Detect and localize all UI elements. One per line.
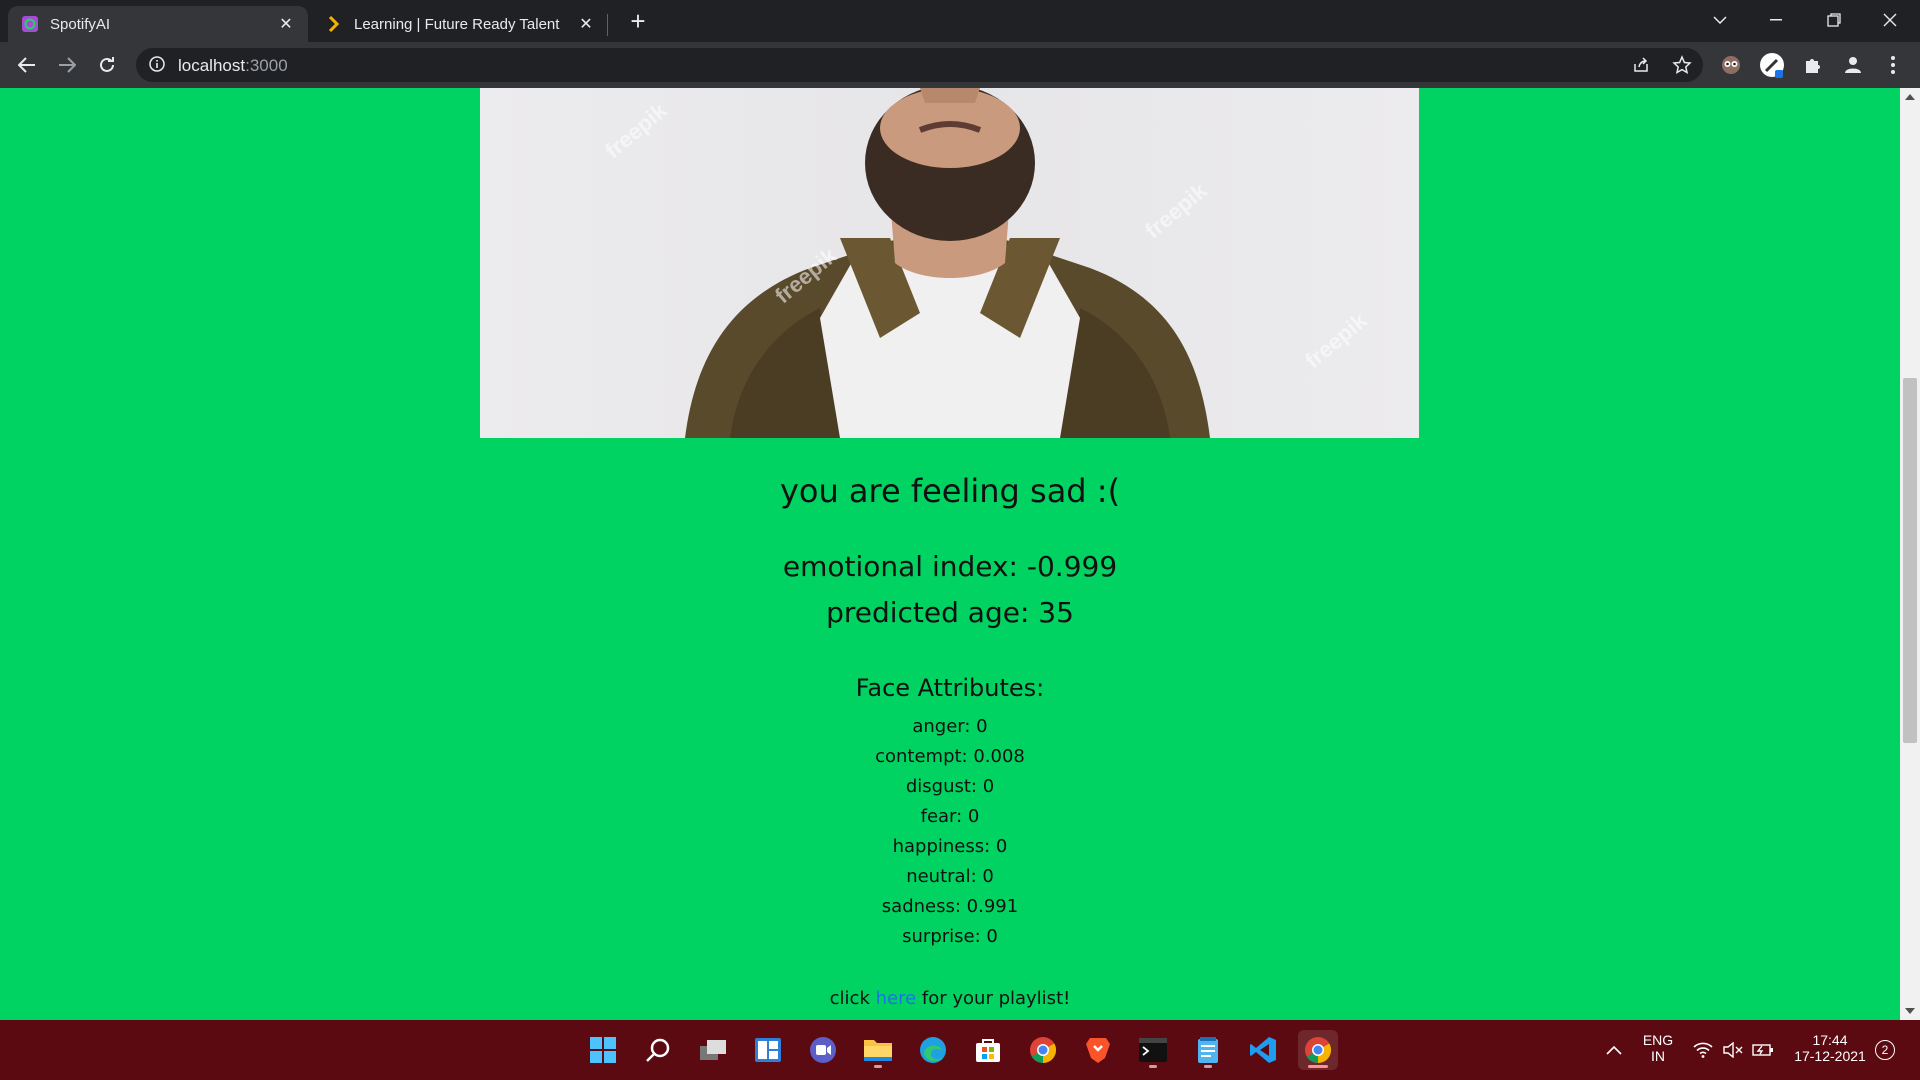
store-icon[interactable] — [968, 1030, 1008, 1070]
reload-button[interactable] — [92, 50, 122, 80]
future-ready-icon — [324, 14, 344, 34]
clock-time: 17:44 — [1812, 1032, 1848, 1048]
site-info-icon[interactable] — [148, 55, 168, 75]
mood-heading: you are feeling sad :( — [779, 472, 1121, 510]
teams-chat-icon[interactable] — [803, 1030, 843, 1070]
notepad-icon[interactable] — [1188, 1030, 1228, 1070]
share-icon[interactable] — [1631, 55, 1651, 75]
back-button[interactable] — [12, 50, 42, 80]
running-indicator — [874, 1065, 882, 1068]
minimize-button[interactable] — [1748, 0, 1804, 40]
language-code: ENG — [1642, 1032, 1674, 1048]
task-view-icon[interactable] — [693, 1030, 733, 1070]
edge-icon[interactable] — [913, 1030, 953, 1070]
extensions-puzzle-icon[interactable] — [1798, 50, 1828, 80]
clock[interactable]: 17:44 17-12-2021 — [1790, 1032, 1870, 1064]
wifi-icon[interactable] — [1688, 1030, 1718, 1070]
tab-strip: SpotifyAI ✕ Learning | Future Ready Tale… — [0, 0, 1920, 42]
tray-overflow-chevron-icon[interactable] — [1596, 1030, 1632, 1070]
attribute-disgust: disgust: 0 — [905, 776, 995, 797]
menu-kebab-icon[interactable] — [1878, 50, 1908, 80]
uploaded-face-photo: freepik freepik freepik freepik — [480, 88, 1419, 438]
extension-pen-icon[interactable] — [1757, 50, 1787, 80]
chrome-active-icon[interactable] — [1298, 1030, 1338, 1070]
playlist-suffix: for your playlist! — [921, 988, 1071, 1009]
attribute-sadness: sadness: 0.991 — [881, 896, 1019, 917]
page-viewport: freepik freepik freepik freepik you are … — [0, 88, 1920, 1020]
page-scrollbar[interactable] — [1900, 88, 1920, 1020]
clock-date: 17-12-2021 — [1794, 1048, 1866, 1064]
url-text: localhost:3000 — [178, 56, 288, 76]
url-port: :3000 — [245, 56, 288, 75]
forward-button[interactable] — [52, 50, 82, 80]
attribute-neutral: neutral: 0 — [906, 866, 994, 887]
tab-learning[interactable]: Learning | Future Ready Talent ✕ — [312, 6, 608, 42]
face-attributes-heading: Face Attributes: — [855, 674, 1045, 702]
close-icon[interactable]: ✕ — [276, 14, 296, 34]
search-icon[interactable] — [638, 1030, 678, 1070]
new-tab-button[interactable]: + — [624, 8, 652, 36]
scroll-up-arrow-icon[interactable] — [1905, 94, 1915, 100]
tab-title: Learning | Future Ready Talent — [354, 15, 560, 33]
playlist-prefix: click — [829, 988, 870, 1009]
close-window-button[interactable] — [1862, 0, 1918, 40]
browser-toolbar: localhost:3000 — [0, 42, 1920, 88]
address-bar[interactable]: localhost:3000 — [136, 48, 1703, 82]
attribute-contempt: contempt: 0.008 — [875, 746, 1025, 767]
bookmark-star-icon[interactable] — [1672, 55, 1692, 75]
start-icon[interactable] — [583, 1030, 623, 1070]
playlist-link[interactable]: here — [876, 988, 917, 1009]
terminal-icon[interactable] — [1133, 1030, 1173, 1070]
battery-charging-icon[interactable] — [1748, 1030, 1778, 1070]
windows-taskbar: ENG IN 17:44 17-12-2021 2 — [0, 1020, 1920, 1080]
language-indicator[interactable]: ENG IN — [1640, 1032, 1676, 1064]
tab-spotifyai[interactable]: SpotifyAI ✕ — [8, 6, 308, 42]
vscode-icon[interactable] — [1243, 1030, 1283, 1070]
region-code: IN — [1651, 1048, 1665, 1064]
url-host: localhost — [178, 56, 246, 75]
attribute-anger: anger: 0 — [912, 716, 988, 737]
active-indicator — [1308, 1065, 1328, 1068]
tab-separator — [607, 14, 608, 36]
tab-search-chevron-icon[interactable] — [1692, 0, 1748, 40]
running-indicator — [1149, 1065, 1157, 1068]
restore-button[interactable] — [1806, 0, 1862, 40]
emotional-index: emotional index: -0.999 — [782, 550, 1118, 583]
attribute-fear: fear: 0 — [920, 806, 980, 827]
attribute-surprise: surprise: 0 — [902, 926, 998, 947]
face-attributes-list: anger: 0 contempt: 0.008 disgust: 0 fear… — [0, 712, 1900, 952]
running-indicator — [1204, 1065, 1212, 1068]
scroll-down-arrow-icon[interactable] — [1905, 1008, 1915, 1014]
close-icon[interactable]: ✕ — [576, 14, 596, 34]
tab-title: SpotifyAI — [50, 15, 111, 33]
volume-muted-icon[interactable] — [1718, 1030, 1748, 1070]
notification-badge[interactable]: 2 — [1875, 1040, 1895, 1060]
extension-owl-icon[interactable] — [1716, 50, 1746, 80]
profile-icon[interactable] — [1838, 50, 1868, 80]
attribute-happiness: happiness: 0 — [892, 836, 1008, 857]
scrollbar-thumb[interactable] — [1903, 378, 1917, 743]
file-explorer-icon[interactable] — [858, 1030, 898, 1070]
widgets-icon[interactable] — [748, 1030, 788, 1070]
predicted-age: predicted age: 35 — [826, 596, 1074, 629]
playlist-line: click here for your playlist! — [0, 988, 1900, 1009]
brave-icon[interactable] — [1078, 1030, 1118, 1070]
spotify-ai-icon — [20, 14, 40, 34]
chrome-icon[interactable] — [1023, 1030, 1063, 1070]
